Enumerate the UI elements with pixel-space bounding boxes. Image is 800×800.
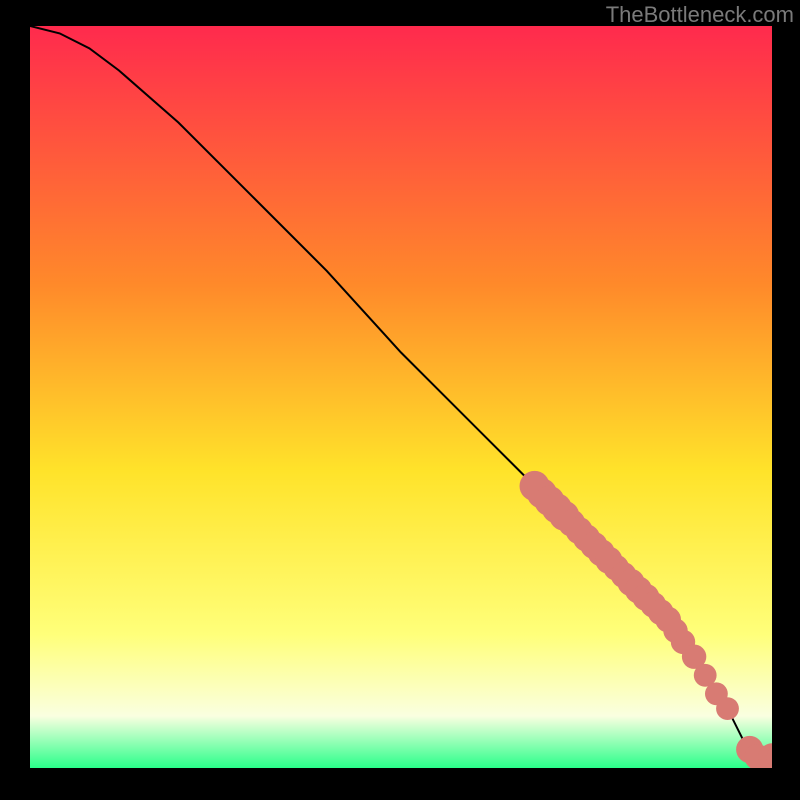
watermark-text: TheBottleneck.com (606, 2, 794, 28)
plot-area (30, 26, 772, 768)
bottleneck-chart (30, 26, 772, 768)
gradient-background (30, 26, 772, 768)
chart-frame: TheBottleneck.com (0, 0, 800, 800)
data-point (716, 697, 739, 720)
